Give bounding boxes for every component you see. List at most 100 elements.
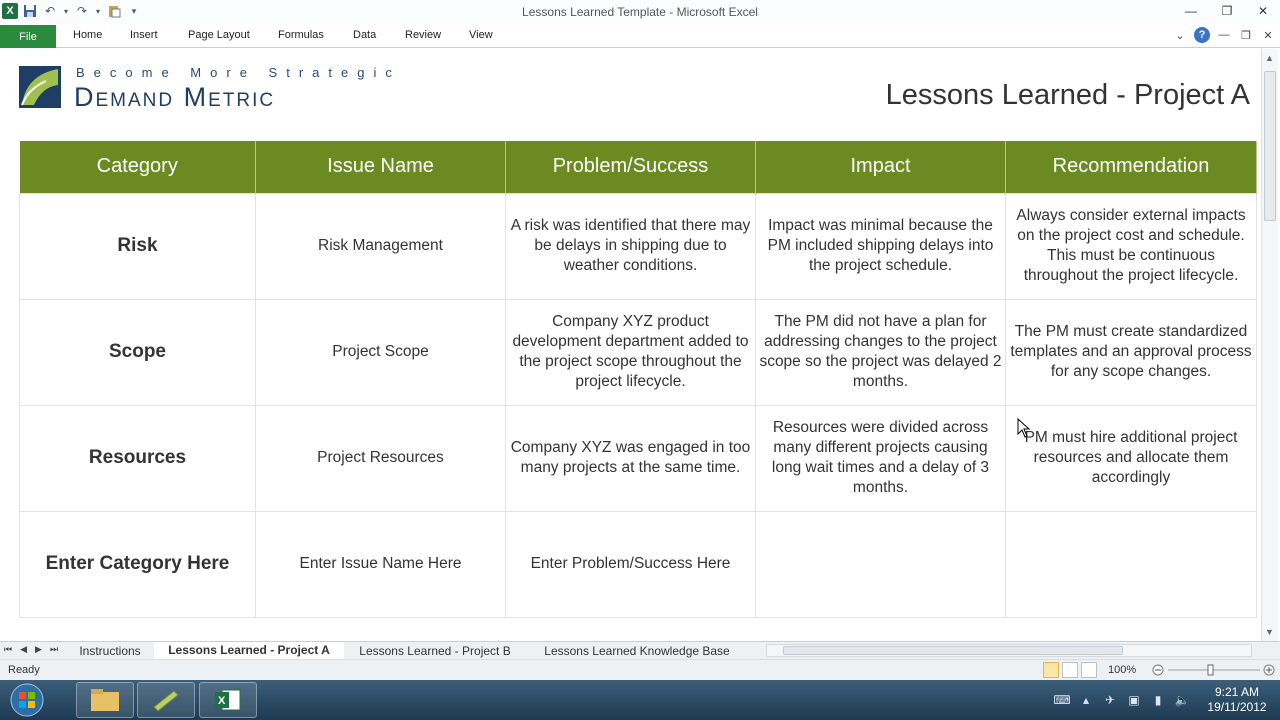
status-bar: Ready 100% xyxy=(0,659,1280,680)
tab-page-layout[interactable]: Page Layout xyxy=(188,29,250,41)
sheet-tab-project-a[interactable]: Lessons Learned - Project A xyxy=(154,642,344,659)
clock-date: 19/11/2012 xyxy=(1207,700,1267,714)
demand-metric-logo: Become More Strategic Demand Metric xyxy=(18,65,418,112)
column-header-impact[interactable]: Impact xyxy=(755,141,1006,193)
table-header-row: Category Issue Name Problem/Success Impa… xyxy=(19,141,1257,193)
taskbar-app[interactable] xyxy=(137,682,195,718)
tab-formulas[interactable]: Formulas xyxy=(278,29,324,41)
cell-problem-success[interactable]: Company XYZ product development departme… xyxy=(505,298,756,406)
logo-tagline: Become More Strategic xyxy=(76,65,401,80)
tray-tool-icon[interactable]: ✈ xyxy=(1102,692,1118,708)
cell-category[interactable]: Resources xyxy=(19,404,256,512)
network-icon[interactable]: ▮ xyxy=(1150,692,1166,708)
windows-taskbar: X ⌨ ▴ ✈ ▣ ▮ 🔈 9:21 AM 19/11/2012 xyxy=(0,680,1280,720)
zoom-slider[interactable] xyxy=(1152,663,1276,677)
cell-impact[interactable] xyxy=(755,510,1006,618)
folder-icon xyxy=(91,689,119,711)
cell-recommendation[interactable]: Always consider external impacts on the … xyxy=(1005,192,1257,300)
cell-category[interactable]: Scope xyxy=(19,298,256,406)
scroll-down-icon[interactable]: ▼ xyxy=(1265,627,1274,637)
page-layout-view-icon[interactable] xyxy=(1062,662,1078,678)
taskbar-explorer[interactable] xyxy=(76,682,134,718)
minimize-icon[interactable]: — xyxy=(1180,2,1202,20)
minimize-workbook-icon[interactable]: — xyxy=(1216,27,1232,43)
system-tray: ⌨ ▴ ✈ ▣ ▮ 🔈 9:21 AM 19/11/2012 xyxy=(1053,680,1280,720)
file-tab[interactable]: File xyxy=(0,25,56,48)
restore-icon[interactable]: ❐ xyxy=(1216,2,1238,20)
vertical-scroll-thumb[interactable] xyxy=(1264,71,1276,221)
taskbar-clock[interactable]: 9:21 AM 19/11/2012 xyxy=(1202,685,1272,715)
notepad-app-icon xyxy=(153,690,179,712)
show-hidden-icons-icon[interactable]: ▴ xyxy=(1078,692,1094,708)
worksheet-area[interactable]: Become More Strategic Demand Metric Less… xyxy=(0,49,1260,641)
tray-device-icon[interactable]: ▣ xyxy=(1126,692,1142,708)
lessons-learned-table: Category Issue Name Problem/Success Impa… xyxy=(19,141,1257,618)
cell-issue-name[interactable]: Project Resources xyxy=(255,404,506,512)
cell-problem-success[interactable]: Enter Problem/Success Here xyxy=(505,510,756,618)
page-title: Lessons Learned - Project A xyxy=(885,79,1250,111)
horizontal-scrollbar[interactable] xyxy=(766,644,1252,657)
cell-issue-name[interactable]: Enter Issue Name Here xyxy=(255,510,506,618)
chevron-down-icon[interactable]: ⌄ xyxy=(1172,27,1188,43)
tray-icons: ⌨ ▴ ✈ ▣ ▮ 🔈 xyxy=(1053,692,1190,708)
cell-recommendation[interactable] xyxy=(1005,510,1257,618)
close-icon[interactable]: ✕ xyxy=(1252,2,1274,20)
zoom-level[interactable]: 100% xyxy=(1108,664,1136,676)
start-button-icon[interactable] xyxy=(4,682,50,718)
cell-issue-name[interactable]: Project Scope xyxy=(255,298,506,406)
cell-issue-name[interactable]: Risk Management xyxy=(255,192,506,300)
prev-sheet-icon[interactable]: ◀ xyxy=(20,644,27,655)
status-text: Ready xyxy=(8,664,40,676)
table-row: Scope Project Scope Company XYZ product … xyxy=(19,298,1257,406)
restore-workbook-icon[interactable]: ❐ xyxy=(1238,27,1254,43)
svg-text:X: X xyxy=(218,695,226,707)
tab-view[interactable]: View xyxy=(469,29,493,41)
sheet-tabs-bar: ⏮ ◀ ▶ ⏭ Instructions Lessons Learned - P… xyxy=(0,641,1280,659)
title-bar: X ↶ ▾ ↷ ▾ ▾ Lessons Learned Template - M… xyxy=(0,0,1280,24)
cell-recommendation[interactable]: PM must hire additional project resource… xyxy=(1005,404,1257,512)
table-row: Resources Project Resources Company XYZ … xyxy=(19,404,1257,512)
ribbon-tabs: File Home Insert Page Layout Formulas Da… xyxy=(0,24,1280,48)
sheet-tab-project-b[interactable]: Lessons Learned - Project B xyxy=(348,642,522,659)
last-sheet-icon[interactable]: ⏭ xyxy=(50,644,58,655)
speaker-icon[interactable]: 🔈 xyxy=(1174,692,1190,708)
keyboard-icon[interactable]: ⌨ xyxy=(1053,692,1070,708)
logo-mark-icon xyxy=(19,66,61,108)
cell-impact[interactable]: The PM did not have a plan for addressin… xyxy=(755,298,1006,406)
tab-home[interactable]: Home xyxy=(73,29,102,41)
horizontal-scroll-thumb[interactable] xyxy=(783,646,1123,655)
logo-brand-name: Demand Metric xyxy=(74,82,276,112)
scroll-up-icon[interactable]: ▲ xyxy=(1265,53,1274,63)
clock-time: 9:21 AM xyxy=(1214,685,1260,699)
vertical-scrollbar[interactable]: ▲ ▼ xyxy=(1261,49,1278,641)
table-row: Risk Risk Management A risk was identifi… xyxy=(19,192,1257,300)
table-row: Enter Category Here Enter Issue Name Her… xyxy=(19,510,1257,618)
normal-view-icon[interactable] xyxy=(1043,662,1059,678)
window-title: Lessons Learned Template - Microsoft Exc… xyxy=(522,5,758,19)
help-icon[interactable]: ? xyxy=(1194,27,1210,43)
sheet-tab-knowledge-base[interactable]: Lessons Learned Knowledge Base xyxy=(530,642,744,659)
column-header-recommendation[interactable]: Recommendation xyxy=(1005,141,1257,193)
sheet-nav-arrows: ⏮ ◀ ▶ ⏭ xyxy=(4,644,58,655)
tab-data[interactable]: Data xyxy=(353,29,376,41)
next-sheet-icon[interactable]: ▶ xyxy=(35,644,42,655)
cell-impact[interactable]: Impact was minimal because the PM includ… xyxy=(755,192,1006,300)
column-header-problem-success[interactable]: Problem/Success xyxy=(505,141,756,193)
taskbar-excel[interactable]: X xyxy=(199,682,257,718)
cell-impact[interactable]: Resources were divided across many diffe… xyxy=(755,404,1006,512)
close-workbook-icon[interactable]: ✕ xyxy=(1260,27,1276,43)
cell-problem-success[interactable]: A risk was identified that there may be … xyxy=(505,192,756,300)
tab-review[interactable]: Review xyxy=(405,29,441,41)
view-buttons xyxy=(1043,662,1097,678)
cell-recommendation[interactable]: The PM must create standardized template… xyxy=(1005,298,1257,406)
sheet-tab-instructions[interactable]: Instructions xyxy=(68,642,152,659)
column-header-category[interactable]: Category xyxy=(19,141,256,193)
mouse-cursor-icon xyxy=(1017,418,1031,438)
page-break-view-icon[interactable] xyxy=(1081,662,1097,678)
cell-category[interactable]: Risk xyxy=(19,192,256,300)
cell-category[interactable]: Enter Category Here xyxy=(19,510,256,618)
first-sheet-icon[interactable]: ⏮ xyxy=(4,644,12,655)
tab-insert[interactable]: Insert xyxy=(130,29,158,41)
column-header-issue-name[interactable]: Issue Name xyxy=(255,141,506,193)
cell-problem-success[interactable]: Company XYZ was engaged in too many proj… xyxy=(505,404,756,512)
